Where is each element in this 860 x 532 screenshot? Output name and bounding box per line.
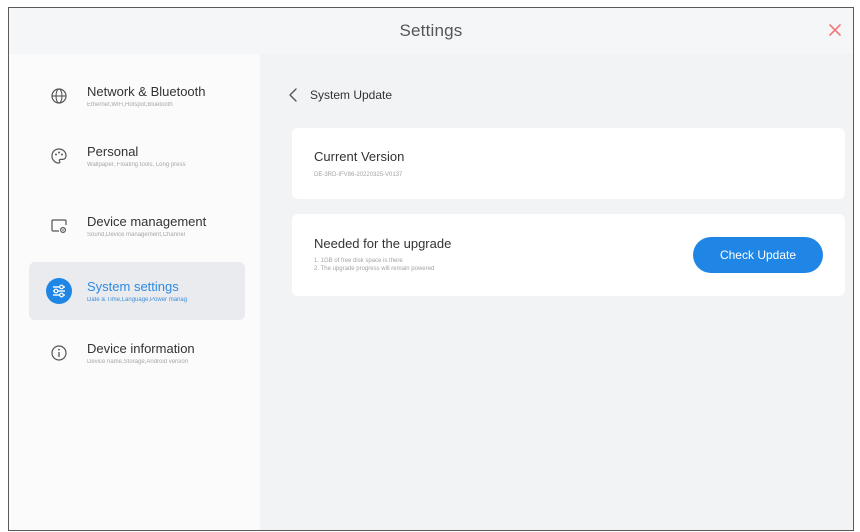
info-icon <box>43 337 75 369</box>
close-button[interactable] <box>823 18 847 42</box>
back-button[interactable]: System Update <box>288 88 392 102</box>
sidebar-item-label: System settings <box>87 279 179 294</box>
upgrade-title: Needed for the upgrade <box>314 236 452 251</box>
sidebar: Network & Bluetooth Ethernet,WiFi,Hotspo… <box>9 54 260 530</box>
sidebar-item-subtitle: Date & Time,Language,Power manag <box>87 297 188 303</box>
upgrade-note: 2. The upgrade progress will remain powe… <box>314 266 435 272</box>
settings-window: Settings Network & Bluetooth Ethernet,Wi… <box>8 7 854 531</box>
title-bar: Settings <box>9 8 853 54</box>
current-version-card: Current Version DE-3RD-IFV86-20220325-V0… <box>292 128 845 199</box>
upgrade-note: 1. 1GB of free disk space is there <box>314 258 403 264</box>
page-title: System Update <box>310 88 393 102</box>
sidebar-item-subtitle: Sound,Device management,Channel <box>87 232 186 238</box>
device-icon <box>43 210 75 242</box>
sidebar-item-label: Network & Bluetooth <box>87 84 206 99</box>
sidebar-item-subtitle: Ethernet,WiFi,Hotspot,Bluetooth <box>87 102 173 108</box>
palette-icon <box>43 140 75 172</box>
sidebar-item-device-management[interactable]: Device management Sound,Device managemen… <box>29 197 245 255</box>
chevron-left-icon <box>289 88 297 102</box>
sidebar-item-subtitle: Wallpaper, Floating tools, Long press <box>87 162 186 168</box>
sidebar-item-label: Personal <box>87 144 139 159</box>
main-panel: System Update Current Version DE-3RD-IFV… <box>260 54 853 530</box>
sidebar-item-personal[interactable]: Personal Wallpaper, Floating tools, Long… <box>29 127 245 185</box>
globe-icon <box>43 80 75 112</box>
sidebar-item-subtitle: Device name,Storage,Android version <box>87 359 189 365</box>
upgrade-card: Needed for the upgrade 1. 1GB of free di… <box>292 214 845 296</box>
sidebar-item-label: Device information <box>87 341 195 356</box>
sidebar-item-device-information[interactable]: Device information Device name,Storage,A… <box>29 324 245 382</box>
window-title: Settings <box>399 21 463 40</box>
system-settings-icon <box>43 275 75 307</box>
check-update-button[interactable]: Check Update <box>693 237 823 273</box>
current-version-title: Current Version <box>314 149 405 164</box>
sidebar-item-network-bluetooth[interactable]: Network & Bluetooth Ethernet,WiFi,Hotspo… <box>29 67 245 125</box>
sidebar-item-label: Device management <box>87 214 207 229</box>
current-version-value: DE-3RD-IFV86-20220325-V0137 <box>314 172 403 178</box>
sidebar-item-system-settings[interactable]: System settings Date & Time,Language,Pow… <box>29 262 245 320</box>
close-icon <box>829 24 841 36</box>
